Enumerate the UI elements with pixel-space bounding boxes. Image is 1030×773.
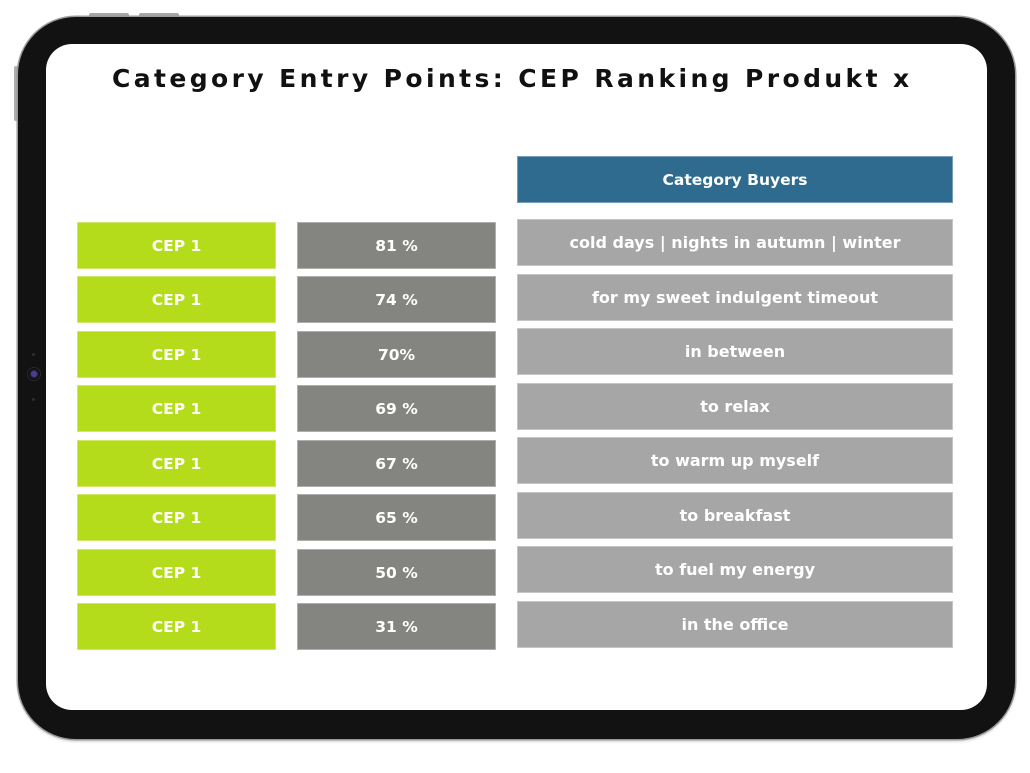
cep-label: CEP 1 — [77, 276, 276, 323]
cep-situation: to warm up myself — [517, 437, 953, 484]
cep-situation: to breakfast — [517, 492, 953, 539]
cep-label: CEP 1 — [77, 603, 276, 650]
cep-percent: 70% — [297, 331, 496, 378]
cep-percent: 31 % — [297, 603, 496, 650]
camera-icon — [27, 367, 41, 381]
cep-situation: cold days | nights in autumn | winter — [517, 219, 953, 266]
page-title: Category Entry Points: CEP Ranking Produ… — [112, 64, 913, 93]
cep-situation: in the office — [517, 601, 953, 648]
cep-label: CEP 1 — [77, 331, 276, 378]
sensor-dot — [32, 398, 35, 401]
cep-situation: to fuel my energy — [517, 546, 953, 593]
cep-percent: 74 % — [297, 276, 496, 323]
cep-label: CEP 1 — [77, 494, 276, 541]
cep-situation: in between — [517, 328, 953, 375]
cep-label: CEP 1 — [77, 440, 276, 487]
sensor-dot — [32, 353, 35, 356]
cep-percent: 50 % — [297, 549, 496, 596]
cep-situation: to relax — [517, 383, 953, 430]
cep-label: CEP 1 — [77, 385, 276, 432]
cep-situation: for my sweet indulgent timeout — [517, 274, 953, 321]
cep-percent: 69 % — [297, 385, 496, 432]
cep-label: CEP 1 — [77, 549, 276, 596]
cep-label: CEP 1 — [77, 222, 276, 269]
cep-percent: 67 % — [297, 440, 496, 487]
cep-percent: 65 % — [297, 494, 496, 541]
cep-percent: 81 % — [297, 222, 496, 269]
category-buyers-header: Category Buyers — [517, 156, 953, 203]
